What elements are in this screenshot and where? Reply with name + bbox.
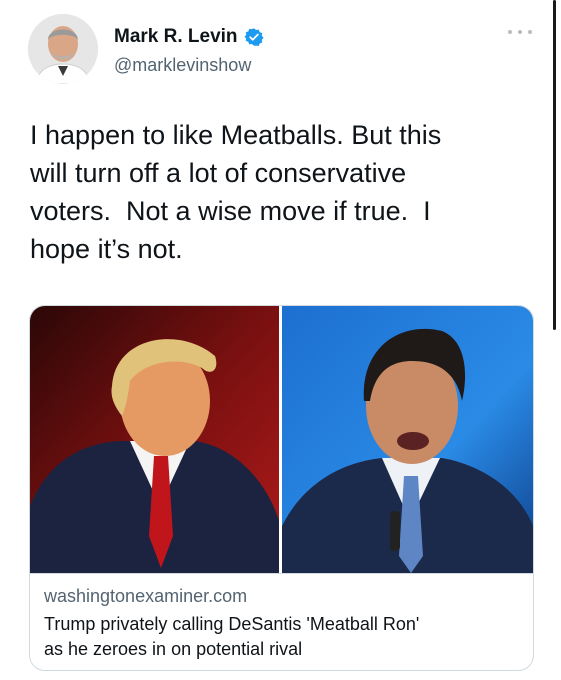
portrait-photo-left-icon: [30, 306, 279, 573]
link-card[interactable]: washingtonexaminer.com Trump privately c…: [29, 305, 534, 671]
more-dot: [528, 30, 532, 34]
portrait-photo-right-icon: [282, 306, 533, 573]
scrollbar[interactable]: [553, 0, 556, 330]
author-name-row: Mark R. Levin: [114, 26, 264, 48]
link-card-image-left: [30, 306, 279, 573]
more-options-icon[interactable]: [508, 24, 532, 40]
link-card-images: [30, 306, 533, 573]
link-card-image-right: [282, 306, 533, 573]
author-handle[interactable]: @marklevinshow: [114, 55, 251, 76]
tweet-text: I happen to like Meatballs. But this wil…: [30, 120, 442, 264]
link-card-divider: [30, 573, 533, 574]
link-card-title: Trump privately calling DeSantis 'Meatba…: [44, 614, 420, 659]
avatar-portrait-icon: [28, 14, 98, 84]
avatar[interactable]: [28, 14, 98, 84]
author-name[interactable]: Mark R. Levin: [114, 26, 238, 48]
more-dot: [518, 30, 522, 34]
more-dot: [508, 30, 512, 34]
verified-badge-icon: [243, 28, 264, 46]
link-card-domain: washingtonexaminer.com: [44, 586, 248, 606]
